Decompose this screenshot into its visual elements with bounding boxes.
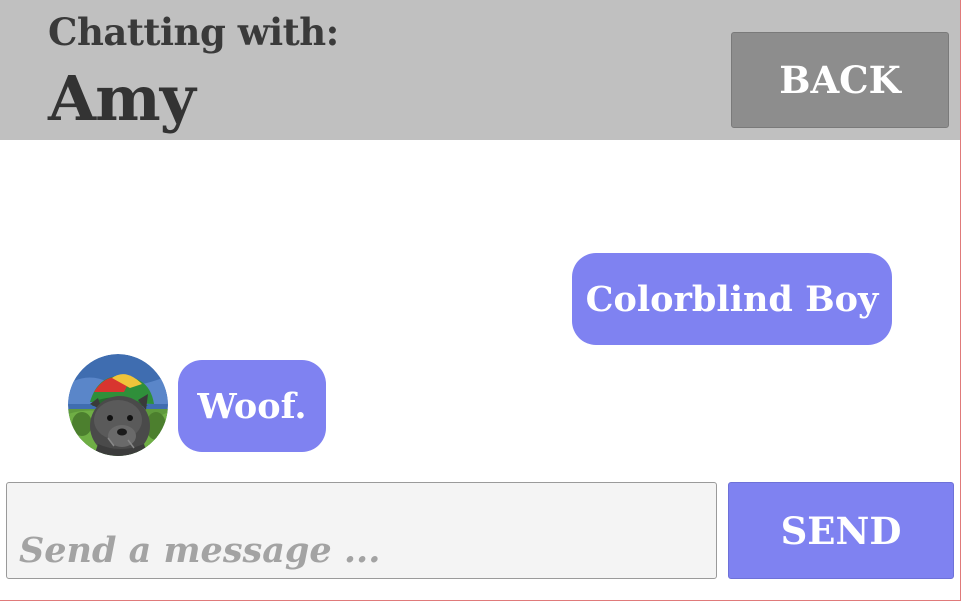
dog-avatar-image — [68, 354, 168, 456]
message-bubble-incoming: Woof. — [178, 360, 326, 452]
contact-name: Amy — [48, 62, 196, 135]
message-bubble-outgoing: Colorblind Boy — [572, 253, 892, 345]
contact-avatar — [68, 354, 168, 456]
chat-header: Chatting with: Amy BACK — [0, 0, 960, 140]
chat-screen: Chatting with: Amy BACK Colorblind Boy W… — [0, 0, 961, 601]
back-button[interactable]: BACK — [731, 32, 949, 128]
message-input[interactable] — [7, 483, 716, 578]
chatting-with-label: Chatting with: — [48, 10, 339, 54]
send-button[interactable]: SEND — [728, 482, 954, 579]
message-input-container — [6, 482, 717, 579]
